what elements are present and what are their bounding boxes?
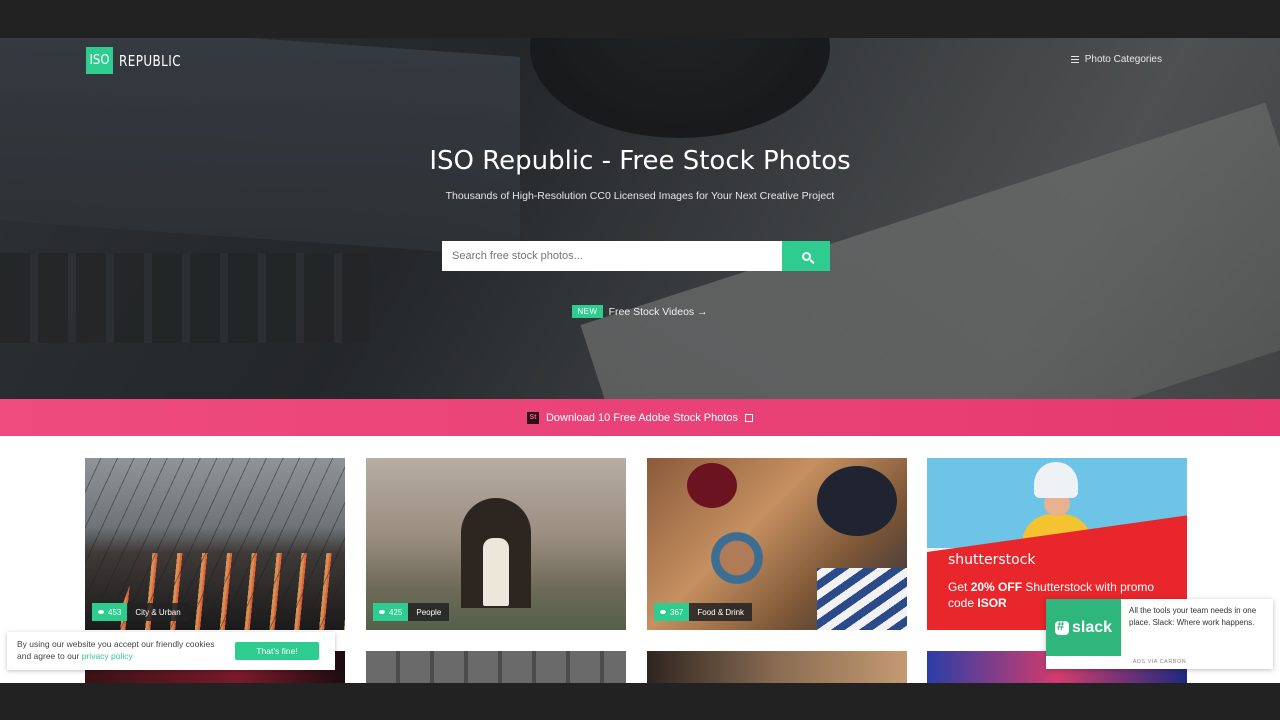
hamburger-icon xyxy=(1070,56,1079,63)
photo-categories-label: Photo Categories xyxy=(1084,54,1162,65)
adobe-stock-promo-bar[interactable]: St Download 10 Free Adobe Stock Photos xyxy=(0,399,1280,436)
slack-wordmark: slack xyxy=(1071,618,1113,636)
ads-via-carbon-link[interactable]: ADS VIA CARBON xyxy=(1046,659,1273,665)
photo-card-city-urban[interactable]: 453 City & Urban xyxy=(85,458,345,630)
photo-tag: 453 City & Urban xyxy=(92,603,189,621)
photo-card-people[interactable]: 425 People xyxy=(366,458,626,630)
offer-prefix: Get xyxy=(948,580,971,594)
window-frame-top xyxy=(0,0,1280,38)
eye-icon xyxy=(98,610,104,614)
photo-tag: 425 People xyxy=(373,603,450,621)
adobe-stock-icon: St xyxy=(526,411,539,424)
new-badge: NEW xyxy=(572,305,603,318)
window-frame-bottom xyxy=(0,683,1280,720)
view-count-badge: 425 xyxy=(373,603,409,621)
photo-card-food-drink[interactable]: 367 Food & Drink xyxy=(647,458,907,630)
photo-card[interactable] xyxy=(647,651,907,683)
privacy-policy-link[interactable]: privacy policy xyxy=(82,651,133,661)
site-logo[interactable]: ISO REPUBLIC xyxy=(86,47,196,74)
cookie-accept-button[interactable]: That's fine! xyxy=(235,642,319,660)
photo-count: 367 xyxy=(670,607,684,617)
search-icon xyxy=(801,251,811,261)
free-videos-link[interactable]: NEW Free Stock Videos → xyxy=(0,305,1280,318)
view-count-badge: 453 xyxy=(92,603,128,621)
photo-almond-bowl xyxy=(707,528,767,588)
search-button[interactable] xyxy=(782,241,830,271)
shutterstock-logo: shutterstock xyxy=(948,552,1036,568)
photo-categories-menu[interactable]: Photo Categories xyxy=(1070,54,1162,65)
promo-label: Download 10 Free Adobe Stock Photos xyxy=(545,411,738,424)
person-hat xyxy=(1034,462,1078,498)
external-link-icon xyxy=(745,413,753,422)
slack-icon xyxy=(1054,618,1069,635)
view-count-badge: 367 xyxy=(654,603,690,621)
photo-tag: 367 Food & Drink xyxy=(654,603,753,621)
free-videos-label: Free Stock Videos → xyxy=(608,305,708,318)
photo-card[interactable] xyxy=(366,651,626,683)
logo-wordmark: REPUBLIC xyxy=(119,51,181,70)
cookie-banner: By using our website you accept our frie… xyxy=(7,632,335,670)
search-input[interactable] xyxy=(442,241,782,271)
hero-overlay xyxy=(0,38,1280,399)
category-link[interactable]: Food & Drink xyxy=(689,603,753,621)
sponsor-person-illustration xyxy=(1022,462,1092,548)
photo-count: 425 xyxy=(389,607,403,617)
category-link[interactable]: People xyxy=(408,603,450,621)
photo-couple xyxy=(483,538,509,606)
photo-cheese-plate xyxy=(817,466,897,536)
offer-code: ISOR xyxy=(977,596,1007,610)
eye-icon xyxy=(379,610,385,614)
carbon-ad[interactable]: slack All the tools your team needs in o… xyxy=(1046,599,1273,669)
category-link[interactable]: City & Urban xyxy=(127,603,189,621)
page-subtitle: Thousands of High-Resolution CC0 License… xyxy=(445,190,835,202)
offer-discount: 20% OFF xyxy=(970,580,1023,594)
cookie-message: By using our website you accept our frie… xyxy=(17,638,227,662)
logo-box: ISO xyxy=(86,47,113,74)
eye-icon xyxy=(660,610,666,614)
photo-jam-bowl xyxy=(687,463,737,508)
hero: ISO REPUBLIC Photo Categories ISO Republ… xyxy=(0,38,1280,399)
photo-count: 453 xyxy=(108,607,122,617)
page: ISO REPUBLIC Photo Categories ISO Republ… xyxy=(0,38,1280,683)
page-title: ISO Republic - Free Stock Photos xyxy=(429,146,851,176)
photo-striped-cloth xyxy=(817,568,907,630)
search-form xyxy=(442,241,830,271)
ad-copy[interactable]: All the tools your team needs in one pla… xyxy=(1129,605,1267,629)
slack-ad-logo[interactable]: slack xyxy=(1046,599,1121,656)
